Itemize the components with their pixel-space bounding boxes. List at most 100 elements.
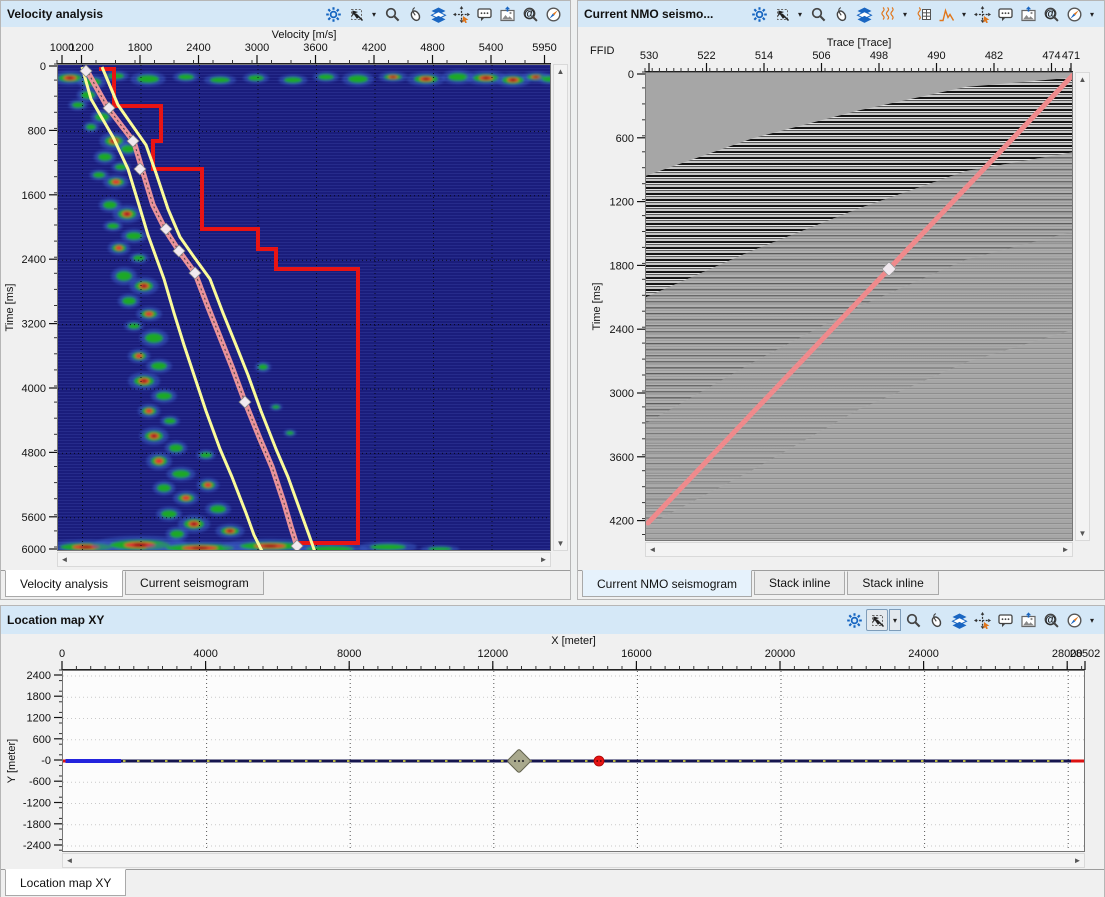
tab-current-nmo-seismogram[interactable]: Current NMO seismogram (582, 570, 752, 597)
select-mode-dropdown-icon[interactable]: ▾ (368, 3, 380, 25)
scroll-down-icon[interactable]: ▼ (554, 537, 567, 550)
zoom-magnifier-icon[interactable] (807, 3, 829, 25)
map-tabstrip: Location map XY (1, 869, 1104, 897)
comment-bubble-icon[interactable] (994, 609, 1016, 631)
export-image-icon[interactable] (1017, 3, 1039, 25)
settings-gear-icon[interactable] (843, 609, 865, 631)
location-map-panel: Location map XY ▾@▾ X [meter]04000800012… (0, 605, 1105, 897)
export-image-icon[interactable] (1017, 609, 1039, 631)
location-map-plot[interactable] (62, 670, 1085, 852)
map-panel-title: Location map XY (7, 613, 104, 627)
nmo-panel-title: Current NMO seismo... (584, 7, 713, 21)
scroll-left-icon[interactable]: ◄ (646, 543, 659, 556)
svg-text:3200: 3200 (22, 319, 46, 331)
svg-text:5400: 5400 (479, 42, 503, 54)
svg-text:1200: 1200 (610, 197, 634, 209)
map-x-axis: X [meter]0400080001200016000200002400028… (62, 633, 1085, 670)
select-mode-icon[interactable] (345, 3, 367, 25)
layers-icon[interactable] (853, 3, 875, 25)
velocity-semblance-plot[interactable] (57, 64, 551, 551)
tab-velocity-analysis[interactable]: Velocity analysis (5, 570, 123, 597)
zoom-magnifier-icon[interactable] (381, 3, 403, 25)
velocity-vertical-scrollbar[interactable]: ▲ ▼ (553, 64, 568, 551)
scroll-right-icon[interactable]: ► (1059, 543, 1072, 556)
mouse-tool-icon[interactable] (404, 3, 426, 25)
wiggle-table-icon[interactable] (912, 3, 934, 25)
select-mode-icon[interactable] (866, 609, 888, 631)
map-horizontal-scrollbar[interactable]: ◄ ► (62, 853, 1085, 868)
nmo-pick-overlay (646, 73, 1072, 540)
select-mode-icon[interactable] (771, 3, 793, 25)
nmo-seismogram-plot[interactable] (645, 72, 1073, 541)
zoom-at-icon[interactable]: @ (519, 3, 541, 25)
svg-text:4800: 4800 (420, 42, 444, 54)
svg-text:5600: 5600 (22, 512, 46, 524)
zoom-at-icon[interactable]: @ (1040, 3, 1062, 25)
svg-text:600: 600 (616, 133, 634, 145)
svg-text:Velocity [m/s]: Velocity [m/s] (272, 29, 337, 41)
nmo-vertical-scrollbar[interactable]: ▲ ▼ (1075, 72, 1090, 541)
scroll-left-icon[interactable]: ◄ (58, 553, 71, 566)
move-crosshair-icon[interactable] (971, 609, 993, 631)
tab-stack-inline[interactable]: Stack inline (847, 571, 938, 595)
tab-label: Stack inline (862, 576, 923, 590)
export-image-icon[interactable] (496, 3, 518, 25)
amplitude-curve-icon[interactable] (935, 3, 957, 25)
nmo-panel-header: Current NMO seismo... ▾ ▾ ▾ @ ▾ (578, 1, 1104, 27)
compass-dropdown-icon[interactable]: ▾ (1086, 3, 1098, 25)
layers-icon[interactable] (948, 609, 970, 631)
svg-text:8000: 8000 (337, 648, 361, 660)
mouse-tool-icon[interactable] (830, 3, 852, 25)
compass-icon[interactable] (1063, 3, 1085, 25)
svg-text:0: 0 (40, 61, 46, 73)
velocity-horizontal-scrollbar[interactable]: ◄ ► (57, 552, 551, 567)
settings-gear-icon[interactable] (748, 3, 770, 25)
svg-text:800: 800 (28, 125, 46, 137)
zoom-magnifier-icon[interactable] (902, 609, 924, 631)
svg-text:506: 506 (812, 50, 830, 62)
layers-icon[interactable] (427, 3, 449, 25)
scroll-down-icon[interactable]: ▼ (1076, 527, 1089, 540)
velocity-toolbar: ▾@ (322, 3, 564, 25)
compass-icon[interactable] (542, 3, 564, 25)
comment-bubble-icon[interactable] (994, 3, 1016, 25)
mouse-tool-icon[interactable] (925, 609, 947, 631)
selected-point-marker (594, 756, 604, 766)
map-toolbar: ▾ @ ▾ (843, 609, 1098, 631)
nmo-velocity-function-line (648, 75, 1073, 523)
nmo-y-axis: Time [ms]0600120018002400300036004200 (578, 72, 646, 541)
select-mode-dropdown-icon[interactable]: ▾ (794, 3, 806, 25)
velocity-x-axis: Velocity [m/s]10001200180024003000360042… (57, 26, 551, 64)
scroll-up-icon[interactable]: ▲ (1076, 73, 1089, 86)
tab-location-map-xy[interactable]: Location map XY (5, 869, 126, 896)
svg-text:-600: -600 (29, 776, 51, 788)
tab-label: Stack inline (769, 576, 830, 590)
zoom-at-icon[interactable]: @ (1040, 609, 1062, 631)
svg-text:-1800: -1800 (23, 819, 51, 831)
svg-text:482: 482 (985, 50, 1003, 62)
settings-gear-icon[interactable] (322, 3, 344, 25)
svg-text:1200: 1200 (69, 42, 93, 54)
tab-stack-inline[interactable]: Stack inline (754, 571, 845, 595)
move-crosshair-icon[interactable] (971, 3, 993, 25)
nmo-horizontal-scrollbar[interactable]: ◄ ► (645, 542, 1073, 557)
svg-text:0: 0 (59, 648, 65, 660)
compass-icon[interactable] (1063, 609, 1085, 631)
svg-text:1800: 1800 (27, 691, 51, 703)
wiggle-traces-icon[interactable] (876, 3, 898, 25)
compass-dropdown-icon[interactable]: ▾ (1086, 609, 1098, 631)
svg-text:2400: 2400 (610, 324, 634, 336)
wiggle-traces-dropdown-icon[interactable]: ▾ (899, 3, 911, 25)
comment-bubble-icon[interactable] (473, 3, 495, 25)
tab-current-seismogram[interactable]: Current seismogram (125, 571, 264, 595)
move-crosshair-icon[interactable] (450, 3, 472, 25)
scroll-right-icon[interactable]: ► (1071, 854, 1084, 867)
select-mode-dropdown-icon[interactable]: ▾ (889, 609, 901, 631)
scroll-right-icon[interactable]: ► (537, 553, 550, 566)
svg-text:-2400: -2400 (23, 840, 51, 852)
amplitude-curve-dropdown-icon[interactable]: ▾ (958, 3, 970, 25)
scroll-left-icon[interactable]: ◄ (63, 854, 76, 867)
map-y-axis: Y [meter]240018001200600-0-600-1200-1800… (1, 670, 63, 852)
svg-text:2400: 2400 (186, 42, 210, 54)
scroll-up-icon[interactable]: ▲ (554, 65, 567, 78)
